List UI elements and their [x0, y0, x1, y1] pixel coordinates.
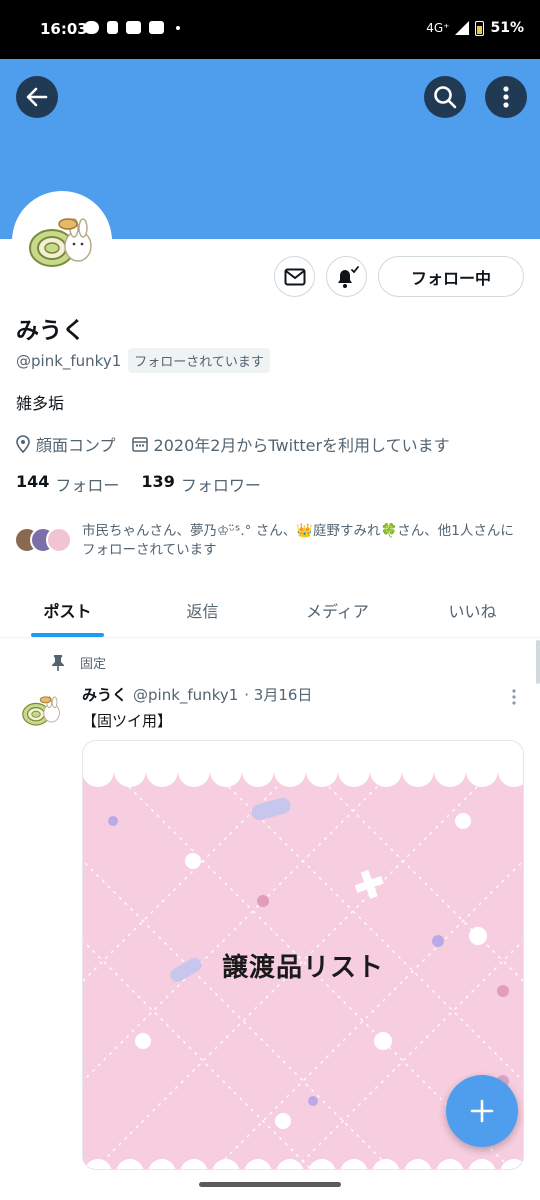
following-count: 144 [16, 472, 50, 491]
status-time: 16:03 [40, 20, 88, 38]
calendar-icon [131, 437, 148, 452]
more-button[interactable] [485, 76, 527, 118]
followers-count: 139 [141, 472, 175, 491]
following-button[interactable]: フォロー中 [378, 256, 524, 297]
tweet-header: みうく @pink_funky1 · 3月16日 [82, 684, 312, 705]
tweet-avatar[interactable] [16, 684, 68, 736]
followed-by-avatars [14, 522, 76, 556]
follows-you-badge: フォローされています [128, 348, 270, 373]
more-vertical-icon [512, 689, 516, 705]
arrow-left-icon [26, 87, 48, 107]
followed-by-text: 市民ちゃんさん、夢乃♔ᵕ̈ᔆ.° さん、👑庭野すみれ🍀さん、他1人さんにフォロー… [82, 523, 514, 558]
compose-button[interactable] [446, 1075, 518, 1147]
battery-percent: 51% [490, 20, 524, 36]
profile-meta: 顔面コンプ 2020年2月からTwitterを利用しています [16, 432, 450, 456]
tab-media[interactable]: メディア [270, 583, 405, 637]
profile-avatar[interactable] [12, 191, 112, 291]
tab-posts[interactable]: ポスト [0, 583, 135, 637]
profile-location: 顔面コンプ [36, 436, 116, 455]
follow-stats: 144 フォロー 139 フォロワー [16, 472, 283, 496]
tweet-author-handle[interactable]: @pink_funky1 [133, 686, 238, 704]
followers-link[interactable]: 139 フォロワー [141, 472, 260, 496]
media-title: 譲渡品リスト [221, 953, 384, 983]
profile-tabs: ポスト 返信 メディア いいね [0, 583, 540, 638]
pinned-text: 固定 [80, 657, 107, 672]
tweet-date: · 3月16日 [244, 686, 313, 704]
profile-handle: @pink_funky1 [16, 351, 122, 370]
following-link[interactable]: 144 フォロー [16, 472, 119, 496]
pin-icon [52, 654, 64, 671]
message-button[interactable] [274, 256, 315, 297]
youtube-icon [149, 21, 164, 34]
scrollbar[interactable] [536, 640, 540, 684]
system-status: 4G⁺ 51% [426, 20, 524, 36]
tab-replies[interactable]: 返信 [135, 583, 270, 637]
followers-label: フォロワー [180, 476, 261, 495]
profile-name: みうく [16, 318, 85, 344]
mail-icon [284, 268, 305, 285]
tweet-more-button[interactable] [506, 688, 522, 710]
youtube-icon [126, 21, 141, 34]
notifications-button[interactable] [326, 256, 367, 297]
more-vertical-icon [503, 86, 509, 108]
followed-by-section[interactable]: 市民ちゃんさん、夢乃♔ᵕ̈ᔆ.° さん、👑庭野すみれ🍀さん、他1人さんにフォロー… [14, 522, 526, 560]
status-bar: 16:03 4G⁺ 51% [0, 0, 540, 59]
tweet-text: 【固ツイ用】 [82, 712, 173, 730]
tiktok-icon [107, 21, 118, 34]
profile-bio: 雑多垢 [16, 394, 65, 413]
pinned-label: 固定 [50, 653, 106, 672]
battery-icon [475, 20, 485, 36]
network-type: 4G⁺ [426, 21, 450, 35]
home-indicator[interactable] [199, 1182, 341, 1187]
search-button[interactable] [424, 76, 466, 118]
more-notifications-dot [176, 25, 180, 30]
back-button[interactable] [16, 76, 58, 118]
handle-row: @pink_funky1 フォローされています [16, 348, 270, 373]
avatar [46, 527, 72, 553]
bell-check-icon [337, 265, 359, 288]
plus-icon [470, 1099, 494, 1123]
line-icon [84, 21, 99, 34]
roll-cake-rabbit-image [29, 218, 92, 267]
signal-icon [455, 21, 470, 35]
tab-likes[interactable]: いいね [405, 583, 540, 637]
following-label: フォロー [55, 476, 120, 495]
notification-icons [84, 21, 180, 34]
roll-cake-rabbit-image [22, 696, 60, 726]
location-icon [16, 435, 30, 453]
search-icon [434, 86, 457, 109]
profile-joined: 2020年2月からTwitterを利用しています [153, 436, 450, 455]
tweet-author-name[interactable]: みうく [82, 684, 127, 705]
active-tab-indicator [31, 633, 104, 637]
